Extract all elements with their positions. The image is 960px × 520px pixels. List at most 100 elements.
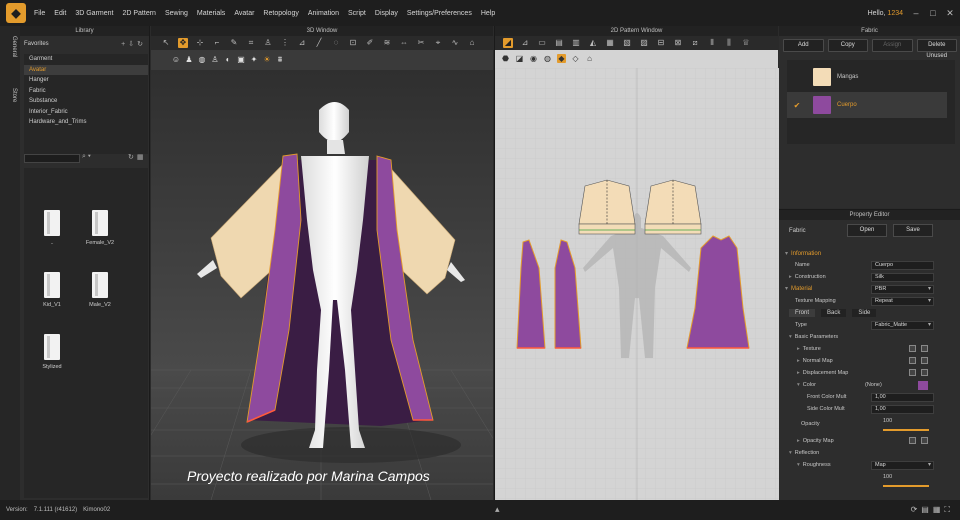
normal-map-pick-icon[interactable] xyxy=(909,357,916,364)
refresh-icon[interactable]: ↻ xyxy=(137,41,146,48)
view-sewing-icon[interactable]: ◇ xyxy=(571,54,580,63)
brush-icon[interactable]: ✐ xyxy=(365,38,375,48)
assign-fabric-button[interactable]: Assign xyxy=(872,39,913,52)
menu-sewing[interactable]: Sewing xyxy=(165,10,188,17)
open-button[interactable]: Open xyxy=(847,224,887,237)
trim-icon[interactable]: ⊡ xyxy=(348,38,358,48)
fabric-item-cuerpo[interactable]: ✔ Cuerpo xyxy=(787,92,947,118)
file-parent-folder[interactable]: .. xyxy=(30,210,74,246)
stretch-icon[interactable]: ⇔ xyxy=(399,38,409,48)
elastic-icon[interactable]: ⫴ xyxy=(707,38,717,48)
menu-edit[interactable]: Edit xyxy=(54,10,66,17)
copy-fabric-button[interactable]: Copy xyxy=(827,39,868,52)
view-strain-icon[interactable]: ◉ xyxy=(529,54,538,63)
pleat-2d-icon[interactable]: ⫼ xyxy=(724,38,734,48)
tab-side[interactable]: Side xyxy=(852,309,877,317)
seam-icon[interactable]: ⊿ xyxy=(297,38,307,48)
displacement-folder-icon[interactable] xyxy=(921,369,928,376)
segment-sewing-icon[interactable]: ▦ xyxy=(605,38,615,48)
menu-avatar[interactable]: Avatar xyxy=(234,10,254,17)
view-pattern-icon[interactable]: ⬣ xyxy=(501,54,510,63)
roughness-select[interactable]: Map xyxy=(871,461,934,470)
file-kid-v1[interactable]: Kid_V1 xyxy=(30,272,74,308)
information-section[interactable]: ▾ Information xyxy=(785,250,821,257)
tab-front[interactable]: Front xyxy=(789,309,816,317)
grid-icon[interactable]: ▦ xyxy=(933,505,945,514)
tab-general[interactable]: General xyxy=(3,36,17,57)
menu-script[interactable]: Script xyxy=(348,10,366,17)
pin-show-icon[interactable]: ✦ xyxy=(249,55,259,65)
pattern-canvas[interactable] xyxy=(495,68,779,500)
fold-arrange-icon[interactable]: ⊟ xyxy=(656,38,666,48)
select-icon[interactable]: ↖ xyxy=(161,38,171,48)
fold-icon[interactable]: ⌐ xyxy=(212,38,222,48)
free-sewing-icon[interactable]: ▧ xyxy=(622,38,632,48)
favorite-hardware-and-trims[interactable]: Hardware_and_Trims xyxy=(24,117,148,128)
polygon-icon[interactable]: ▭ xyxy=(537,38,547,48)
expand-up-icon[interactable]: ▴ xyxy=(495,504,500,515)
texture-icon[interactable]: ▣ xyxy=(236,55,246,65)
tab-store[interactable]: Store xyxy=(3,88,17,102)
texture-pick-icon[interactable] xyxy=(909,345,916,352)
pattern-icon[interactable]: ⧄ xyxy=(690,38,700,48)
construction-field[interactable]: Silk xyxy=(871,273,934,282)
menu-materials[interactable]: Materials xyxy=(197,10,225,17)
menu-animation[interactable]: Animation xyxy=(308,10,339,17)
save-button[interactable]: Save xyxy=(893,224,933,237)
library-search-input[interactable] xyxy=(24,154,80,163)
file-stylized[interactable]: Stylized xyxy=(30,334,74,370)
favorite-fabric[interactable]: Fabric xyxy=(24,86,148,97)
rectangle-icon[interactable]: ▤ xyxy=(554,38,564,48)
texture-mapping-select[interactable]: Repeat xyxy=(871,297,934,306)
layout-icon[interactable]: ▤ xyxy=(921,505,933,514)
normal-map-folder-icon[interactable] xyxy=(921,357,928,364)
favorite-garment[interactable]: Garment xyxy=(24,54,148,65)
move-icon[interactable]: ✥ xyxy=(178,38,188,48)
material-type-select[interactable]: PBR xyxy=(871,285,934,294)
search-icon[interactable]: ⌕ ▾ xyxy=(82,153,91,161)
sewing-icon[interactable]: ✂ xyxy=(416,38,426,48)
trace-icon[interactable]: ⊠ xyxy=(673,38,683,48)
refresh-icon[interactable]: ↻ xyxy=(128,154,137,161)
zip-icon[interactable]: ⋮ xyxy=(280,38,290,48)
color-swatch[interactable] xyxy=(918,381,928,390)
hanger-icon[interactable]: ⌂ xyxy=(467,38,477,48)
close-icon[interactable]: ✕ xyxy=(943,6,957,20)
opacity-map-folder-icon[interactable] xyxy=(921,437,928,444)
type-select[interactable]: Fabric_Matte xyxy=(871,321,934,330)
displacement-pick-icon[interactable] xyxy=(909,369,916,376)
arrange-icon[interactable]: ⌖ xyxy=(433,38,443,48)
add-fabric-button[interactable]: Add xyxy=(783,39,824,52)
minimize-icon[interactable]: – xyxy=(909,6,923,20)
view-grid-icon[interactable]: ⌂ xyxy=(585,54,594,63)
favorite-substance[interactable]: Substance xyxy=(24,96,148,107)
pleat-icon[interactable]: ≋ xyxy=(382,38,392,48)
favorite-hanger[interactable]: Hanger xyxy=(24,75,148,86)
button-tool-icon[interactable]: ◌ xyxy=(331,38,341,48)
favorite-avatar[interactable]: Avatar xyxy=(24,64,148,75)
dart-icon[interactable]: ◭ xyxy=(588,38,598,48)
measure-icon[interactable]: ⌗ xyxy=(246,38,256,48)
pin-icon[interactable]: ⊹ xyxy=(195,38,205,48)
file-female-v2[interactable]: Female_V2 xyxy=(78,210,122,246)
puckering-icon[interactable]: ∿ xyxy=(450,38,460,48)
sync-icon[interactable]: ⟳ xyxy=(911,505,922,514)
reflection-row[interactable]: ▾ Reflection xyxy=(779,449,954,459)
internal-shape-icon[interactable]: ▥ xyxy=(571,38,581,48)
download-icon[interactable]: ⇩ xyxy=(128,41,137,48)
person-icon[interactable]: ♙ xyxy=(210,55,220,65)
garment-show-icon[interactable]: ♟ xyxy=(184,55,194,65)
front-color-mult-field[interactable]: 1,00 xyxy=(871,393,934,402)
viewport-3d[interactable] xyxy=(151,70,493,500)
name-field[interactable]: Cuerpo xyxy=(871,261,934,270)
fabric-item-mangas[interactable]: Mangas xyxy=(787,64,947,90)
fabric-show-icon[interactable]: ◍ xyxy=(197,55,207,65)
user-name[interactable]: 1234 xyxy=(887,10,903,17)
garment-icon[interactable]: ♙ xyxy=(263,38,273,48)
texture-folder-icon[interactable] xyxy=(921,345,928,352)
menu-retopology[interactable]: Retopology xyxy=(263,10,298,17)
delete-unused-button[interactable]: Delete Unused xyxy=(916,39,957,59)
menu-2d-pattern[interactable]: 2D Pattern xyxy=(122,10,155,17)
menu-settings[interactable]: Settings/Preferences xyxy=(407,10,472,17)
fullscreen-icon[interactable]: ⛶ xyxy=(944,505,954,514)
